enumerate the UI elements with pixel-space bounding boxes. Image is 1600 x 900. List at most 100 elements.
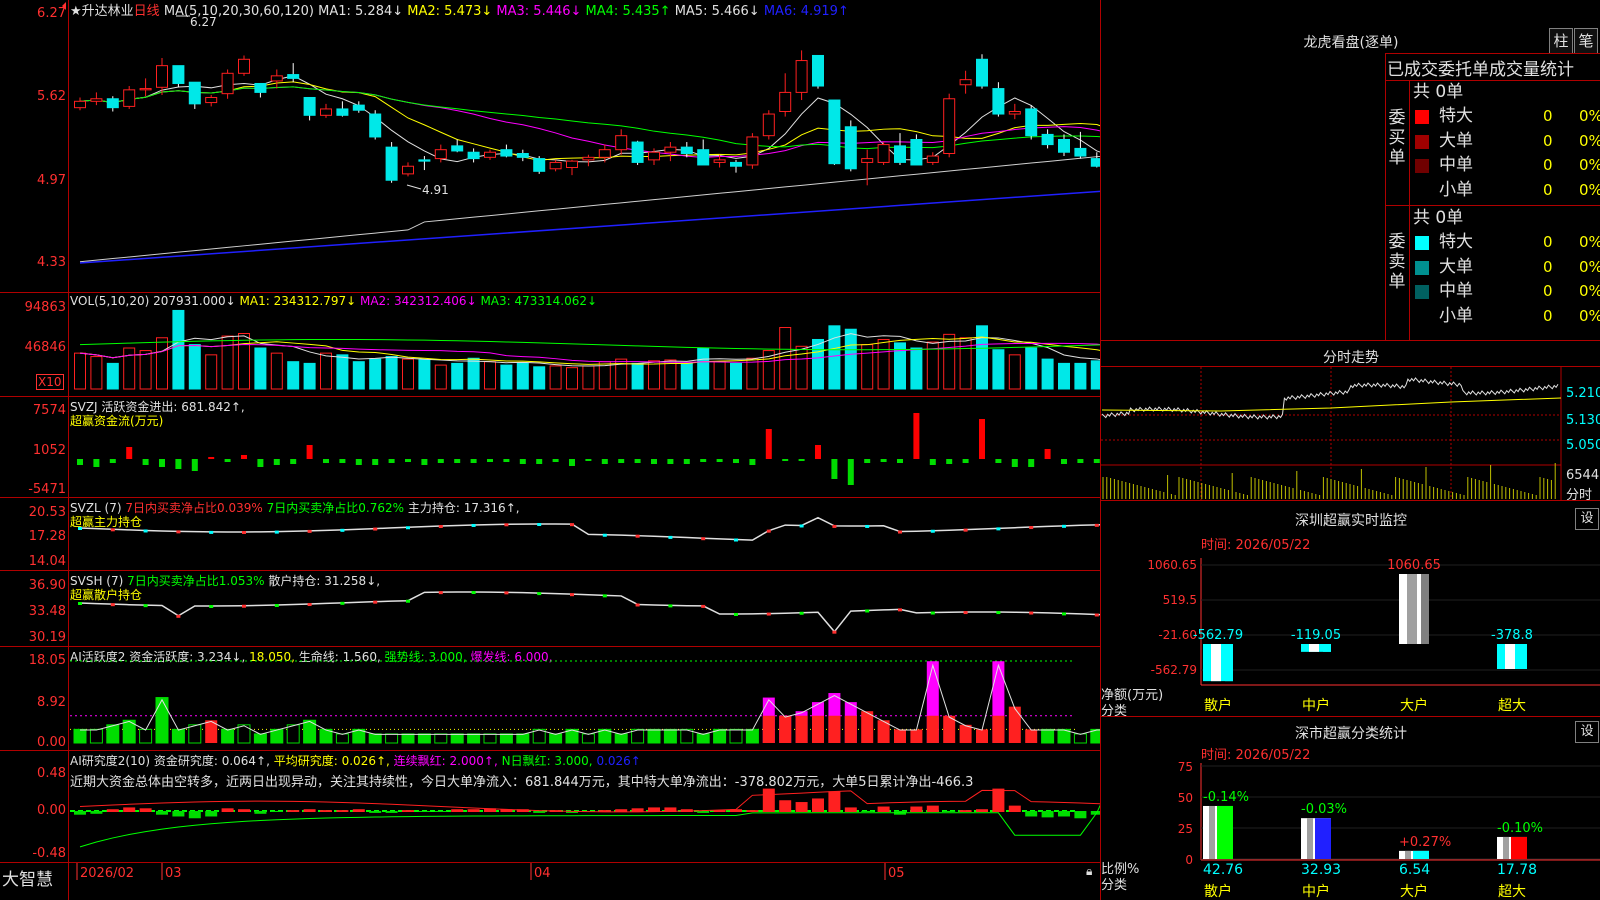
retail-tick: [570, 593, 574, 597]
candle-body: [156, 65, 168, 88]
candle-body: [844, 126, 857, 170]
flow-bar: [1028, 459, 1035, 467]
flow-bar: [519, 459, 526, 464]
flow-bar: [864, 459, 871, 463]
retail-tick: [373, 600, 378, 604]
flow-bar: [979, 419, 985, 459]
candle-body: [336, 108, 349, 116]
candle-body: [533, 158, 546, 172]
candle-body: [172, 65, 185, 84]
candle-body: [598, 149, 611, 158]
flow-bar: [552, 459, 559, 462]
cls-bar-shade: [1405, 850, 1411, 859]
flow-bar: [241, 455, 247, 459]
research-bar: [434, 811, 447, 812]
retail-tick: [340, 601, 345, 605]
active-bar: [696, 733, 710, 744]
volume-bar: [516, 362, 529, 390]
sz-bar-shade: [1225, 644, 1233, 682]
volume-bar: [730, 362, 742, 390]
sz-bar-shade: [1421, 574, 1429, 644]
cls-tick: 50: [1178, 791, 1193, 805]
research-bar: [844, 807, 857, 812]
flow-bar: [798, 459, 805, 461]
retail-tick: [471, 591, 476, 595]
research-bar: [779, 800, 792, 812]
research-bar: [156, 811, 168, 815]
flow-bar: [93, 459, 100, 467]
cls-bar-shade: [1307, 818, 1313, 859]
research-bar: [369, 811, 382, 813]
flow-bar: [733, 459, 739, 463]
flow-bar: [355, 459, 362, 465]
volume-bar: [434, 364, 447, 390]
candle-body: [1025, 108, 1038, 137]
flow-bar: [569, 459, 575, 466]
retail-tick: [898, 608, 902, 612]
candle-body: [713, 159, 726, 163]
main-chart-area[interactable]: ★升达林业日线 MA(5,10,20,30,60,120) MA1: 5.284…: [0, 0, 1100, 900]
candle-body: [74, 100, 86, 109]
retail-tick: [176, 614, 181, 618]
cls-category: 散户: [1204, 883, 1232, 900]
flow-bar: [913, 413, 920, 459]
research-bar: [762, 788, 775, 812]
retail-tick: [307, 603, 312, 607]
cls-bar-pct: +0.27%: [1399, 835, 1451, 850]
flow-bar: [1093, 459, 1100, 463]
holding-tick: [373, 527, 378, 531]
candle-body: [861, 158, 874, 163]
research-bar: [1008, 805, 1021, 812]
active-bar: [762, 715, 775, 743]
volume-bar: [369, 358, 382, 390]
flow-bar: [208, 457, 215, 459]
candle-body: [959, 79, 972, 86]
sz-bar-value: -562.79: [1193, 628, 1243, 643]
candle-body: [795, 60, 808, 93]
volume-bar: [156, 337, 168, 390]
flow-bar: [831, 459, 838, 479]
holding-tick: [865, 524, 870, 528]
retail-tick: [209, 604, 214, 608]
retail-tick: [701, 604, 706, 608]
volume-bar: [402, 358, 414, 390]
retail-tick: [242, 604, 246, 608]
volume-bar: [549, 365, 562, 390]
holding-tick: [701, 537, 706, 541]
flow-bar: [273, 459, 280, 465]
holding-tick: [274, 530, 279, 534]
volume-bar: [976, 325, 988, 390]
cls-bar-color: [1217, 805, 1233, 859]
research-bar: [287, 810, 300, 812]
holding-tick: [406, 526, 410, 530]
volume-bar: [205, 354, 218, 390]
flow-bar: [897, 459, 903, 463]
candle-body: [369, 113, 382, 138]
sz-bar-shade: [1211, 644, 1221, 682]
cls-bar-shade: [1209, 805, 1215, 859]
flow-bar: [323, 459, 329, 463]
sz-category: 超大: [1498, 698, 1526, 714]
retail-tick: [1094, 613, 1099, 617]
cls-bar-color: [1315, 818, 1331, 859]
active-bar: [401, 733, 415, 744]
active-bar: [368, 733, 382, 744]
candle-body: [730, 161, 742, 167]
low-marker: [406, 184, 422, 190]
cls-category: 超大: [1498, 884, 1526, 900]
active-bar: [844, 715, 857, 743]
ma-line: [79, 190, 1100, 264]
active-bar: [1073, 733, 1087, 744]
candle-body: [680, 146, 693, 155]
research-bar: [1025, 811, 1038, 817]
cls-bar-value: 17.78: [1497, 862, 1537, 878]
active-bar: [581, 733, 595, 744]
flow-bar: [421, 459, 428, 465]
volume-bar: [1025, 347, 1038, 390]
cls-bar-shade: [1503, 836, 1509, 859]
retail-tick: [930, 611, 935, 615]
cls-bar-value: 42.76: [1203, 862, 1243, 878]
candle-body: [123, 89, 136, 107]
volume-bar: [352, 361, 365, 390]
active-bar: [516, 733, 530, 744]
